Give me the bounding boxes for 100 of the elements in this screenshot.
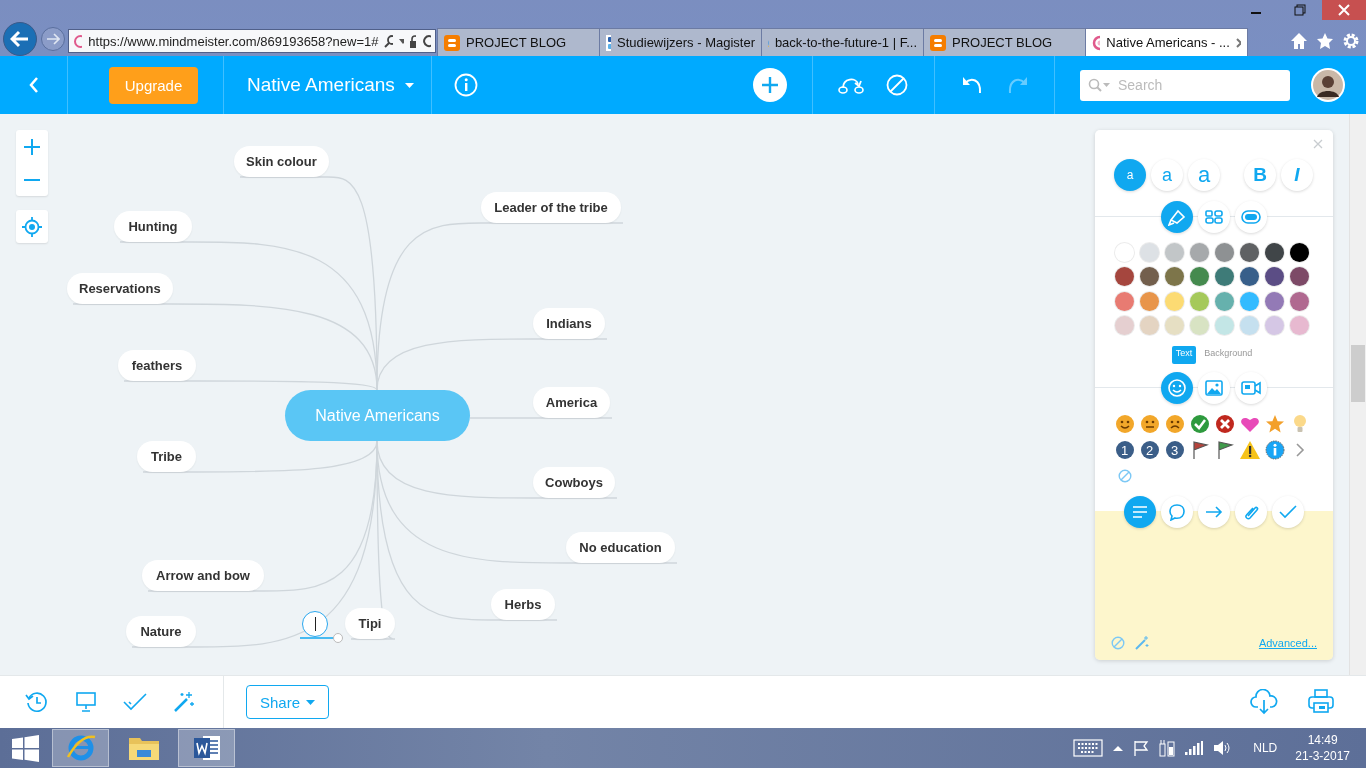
topic-node[interactable]: Tribe (137, 441, 196, 472)
comment-tab[interactable] (1161, 496, 1193, 528)
video-tab[interactable] (1235, 372, 1267, 404)
heart-icon[interactable] (1239, 415, 1260, 433)
info-icon[interactable] (1264, 440, 1285, 460)
link-tab[interactable] (1198, 496, 1230, 528)
topic-node[interactable]: Arrow and bow (142, 560, 264, 591)
color-swatch[interactable] (1265, 316, 1284, 336)
color-swatch[interactable] (1240, 291, 1259, 311)
color-swatch[interactable] (1190, 242, 1209, 262)
paint-style-tab[interactable] (1161, 201, 1193, 233)
color-swatch[interactable] (1190, 316, 1209, 336)
task-tab[interactable] (1272, 496, 1304, 528)
face-icon[interactable] (1139, 414, 1160, 434)
undo-icon[interactable] (961, 75, 983, 95)
color-swatch[interactable] (1190, 267, 1209, 287)
color-swatch[interactable] (1140, 267, 1159, 287)
signal-icon[interactable] (1185, 741, 1204, 755)
browser-tab[interactable]: back-to-the-future-1 | F... (761, 28, 924, 56)
topic-node[interactable]: Nature (126, 616, 196, 647)
topic-node[interactable]: Hunting (114, 211, 192, 242)
color-swatch[interactable] (1165, 267, 1184, 287)
topic-node[interactable]: Herbs (491, 589, 555, 620)
magic-wand-icon[interactable] (173, 691, 195, 713)
browser-tab[interactable]: Native Americans - ... (1085, 28, 1248, 56)
topic-node[interactable]: Reservations (67, 273, 173, 304)
browser-tab[interactable]: PROJECT BLOG (437, 28, 600, 56)
layout-style-tab[interactable] (1198, 201, 1230, 233)
shape-style-tab[interactable] (1235, 201, 1267, 233)
face-icon[interactable] (1164, 414, 1185, 434)
topic-node[interactable]: Tipi (345, 608, 395, 639)
priority-marker[interactable]: 1 (1115, 441, 1134, 459)
color-swatch[interactable] (1140, 316, 1159, 336)
battery-icon[interactable] (1159, 739, 1176, 757)
language-indicator[interactable]: NLD (1253, 741, 1278, 755)
star-icon[interactable] (1316, 32, 1334, 50)
new-topic-field[interactable] (302, 611, 328, 637)
topic-node[interactable]: No education (566, 532, 675, 563)
browser-tab[interactable]: Studiewijzers - Magister (599, 28, 762, 56)
browser-tab[interactable]: PROJECT BLOG (923, 28, 1086, 56)
add-button[interactable] (753, 68, 787, 102)
avatar-icon[interactable] (1311, 68, 1345, 102)
chevron-up-icon[interactable] (1113, 745, 1124, 751)
flag-icon[interactable] (1133, 740, 1150, 756)
presentation-icon[interactable] (75, 691, 97, 713)
topic-node[interactable]: Indians (533, 308, 605, 339)
color-swatch[interactable] (1290, 291, 1309, 311)
settings-icon[interactable] (1342, 32, 1360, 50)
speaker-icon[interactable] (1213, 740, 1232, 756)
drag-handle[interactable] (333, 633, 343, 643)
scrollbar[interactable] (1349, 114, 1366, 675)
color-swatch[interactable] (1115, 291, 1134, 311)
color-swatch[interactable] (1140, 291, 1159, 311)
color-swatch[interactable] (1115, 267, 1134, 287)
topic-node[interactable]: Cowboys (533, 467, 615, 498)
document-editor-icon[interactable] (178, 729, 235, 767)
search-icon[interactable] (384, 34, 394, 48)
color-swatch[interactable] (1140, 242, 1159, 262)
priority-marker[interactable]: 2 (1140, 441, 1159, 459)
prohibited-icon[interactable] (1111, 636, 1125, 650)
forward-button[interactable] (41, 27, 65, 51)
color-swatch[interactable] (1215, 316, 1234, 336)
color-swatch[interactable] (1190, 291, 1209, 311)
topic-node[interactable]: Leader of the tribe (481, 192, 621, 223)
close-icon[interactable] (1322, 0, 1366, 20)
keyboard-icon[interactable] (1073, 739, 1104, 757)
color-swatch[interactable] (1290, 316, 1309, 336)
color-swatch[interactable] (1240, 267, 1259, 287)
back-icon[interactable] (28, 77, 39, 93)
flag-icon[interactable] (1190, 440, 1209, 460)
caret-icon[interactable] (399, 38, 405, 44)
back-button[interactable] (3, 22, 37, 56)
cloud-download-icon[interactable] (1250, 689, 1278, 715)
refresh-icon[interactable] (422, 34, 431, 48)
color-swatch[interactable] (1265, 267, 1284, 287)
color-swatch[interactable] (1165, 242, 1184, 262)
emoji-tab[interactable] (1161, 372, 1193, 404)
attachment-tab[interactable] (1235, 496, 1267, 528)
chevron-right-icon[interactable] (1294, 443, 1305, 457)
magic-wand-icon[interactable] (1135, 636, 1149, 650)
color-swatch[interactable] (1115, 316, 1134, 336)
cross-icon[interactable] (1214, 414, 1235, 434)
color-swatch[interactable] (1265, 291, 1284, 311)
check-icon[interactable] (1189, 414, 1210, 434)
light-bulb-icon[interactable] (1292, 414, 1307, 434)
home-icon[interactable] (1290, 32, 1308, 50)
prohibited-icon[interactable] (1117, 469, 1132, 483)
topic-node[interactable]: Skin colour (234, 146, 329, 177)
history-icon[interactable] (25, 690, 49, 714)
close-icon[interactable] (1235, 37, 1241, 48)
color-swatch[interactable] (1290, 267, 1309, 287)
checkmark-icon[interactable] (123, 693, 147, 711)
color-swatch[interactable] (1165, 291, 1184, 311)
notes-tab[interactable] (1124, 496, 1156, 528)
color-swatch[interactable] (1290, 242, 1309, 262)
clock[interactable]: 14:49 21-3-2017 (1295, 732, 1350, 764)
face-icon[interactable] (1114, 414, 1135, 434)
color-swatch[interactable] (1165, 316, 1184, 336)
topic-node[interactable]: America (533, 387, 610, 418)
star-icon[interactable] (1264, 414, 1285, 434)
